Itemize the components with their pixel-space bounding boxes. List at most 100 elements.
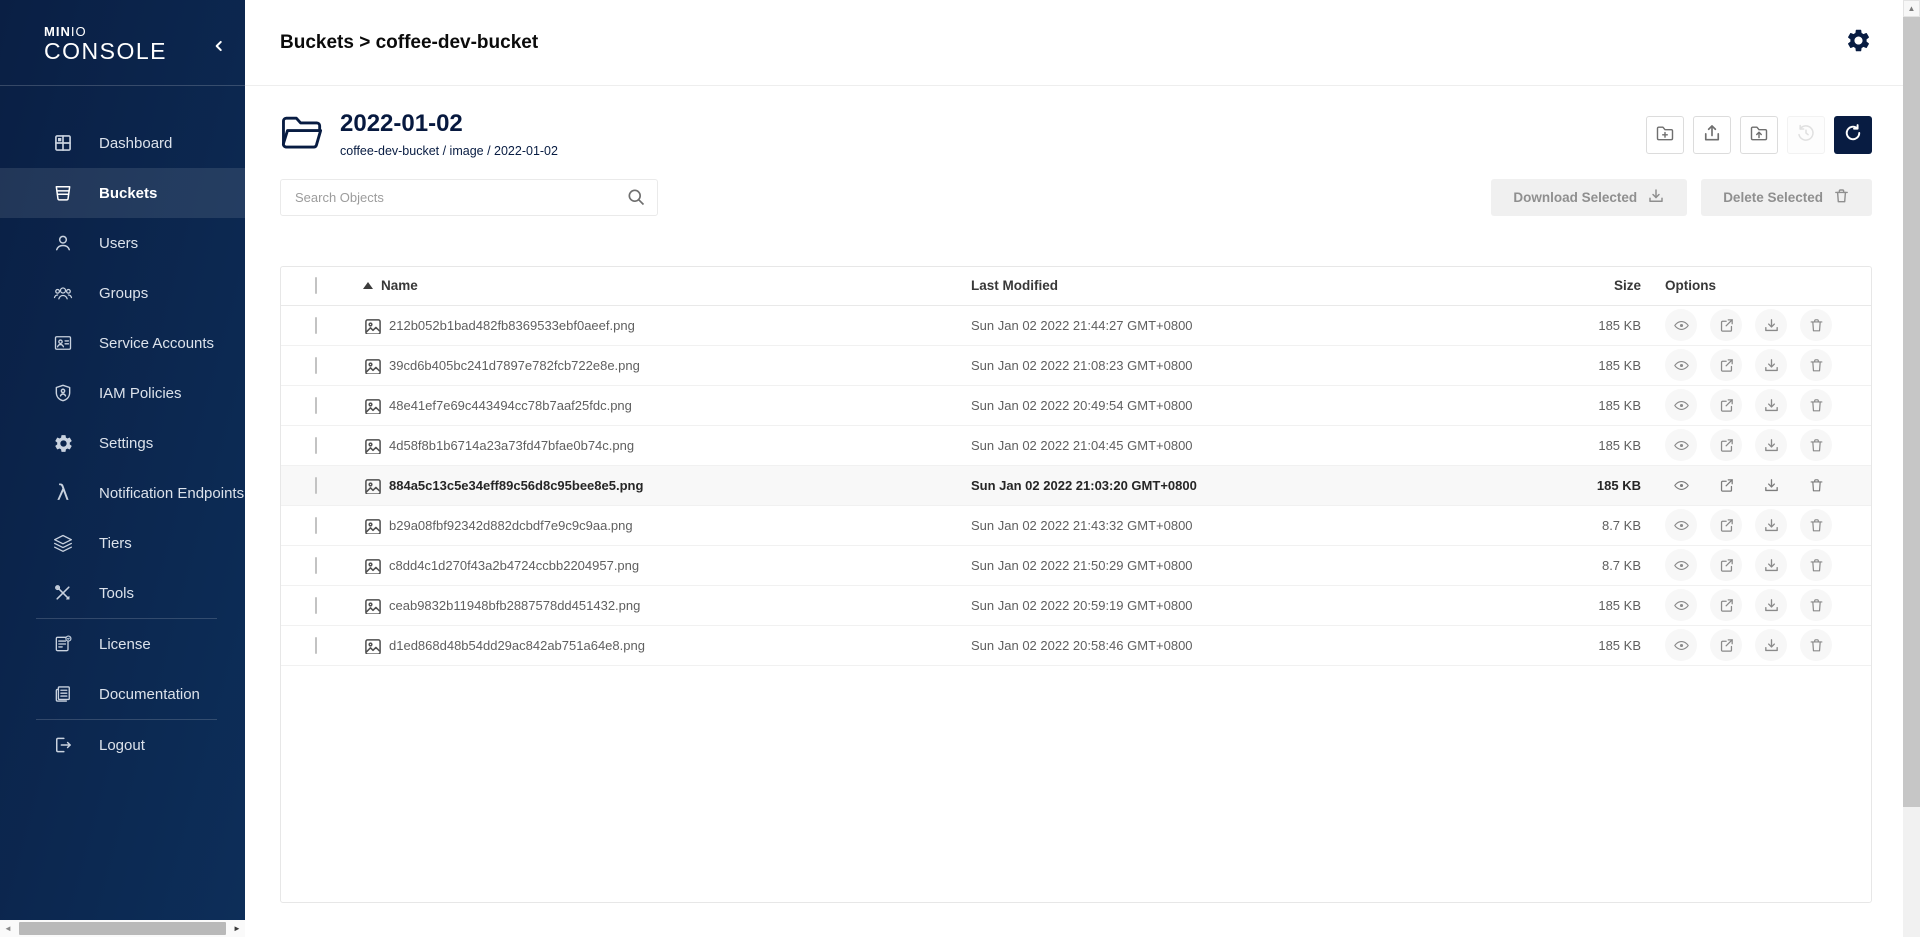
sidebar-item-tiers[interactable]: Tiers bbox=[0, 518, 245, 568]
table-row[interactable]: d1ed868d48b54dd29ac842ab751a64e8.pngSun … bbox=[281, 626, 1871, 666]
breadcrumb[interactable]: Buckets > coffee-dev-bucket bbox=[280, 32, 538, 54]
scroll-up-icon[interactable]: ▲ bbox=[1903, 0, 1920, 17]
horizontal-scrollbar-thumb[interactable] bbox=[19, 922, 226, 935]
object-last-modified: Sun Jan 02 2022 20:49:54 GMT+0800 bbox=[971, 398, 1551, 413]
download-button[interactable] bbox=[1755, 389, 1787, 421]
row-checkbox[interactable] bbox=[315, 477, 317, 494]
row-checkbox[interactable] bbox=[315, 517, 317, 534]
preview-button[interactable] bbox=[1665, 389, 1697, 421]
preview-button[interactable] bbox=[1665, 629, 1697, 661]
table-row[interactable]: b29a08fbf92342d882dcbdf7e9c9c9aa.pngSun … bbox=[281, 506, 1871, 546]
upload-file-button[interactable] bbox=[1693, 116, 1731, 154]
share-button[interactable] bbox=[1710, 509, 1742, 541]
delete-button[interactable] bbox=[1800, 309, 1832, 341]
preview-button[interactable] bbox=[1665, 349, 1697, 381]
select-all-checkbox[interactable] bbox=[315, 277, 317, 294]
column-header-modified[interactable]: Last Modified bbox=[971, 278, 1551, 293]
sidebar-item-documentation[interactable]: Documentation bbox=[0, 669, 245, 719]
share-button[interactable] bbox=[1710, 549, 1742, 581]
share-button[interactable] bbox=[1710, 469, 1742, 501]
refresh-button[interactable] bbox=[1834, 116, 1872, 154]
row-checkbox[interactable] bbox=[315, 437, 317, 454]
row-checkbox[interactable] bbox=[315, 397, 317, 414]
table-row[interactable]: 48e41ef7e69c443494cc78b7aaf25fdc.pngSun … bbox=[281, 386, 1871, 426]
sidebar-item-settings[interactable]: Settings bbox=[0, 418, 245, 468]
sidebar-item-notification-endpoints[interactable]: λNotification Endpoints bbox=[0, 468, 245, 518]
share-button[interactable] bbox=[1710, 629, 1742, 661]
object-size: 185 KB bbox=[1551, 638, 1651, 653]
row-checkbox[interactable] bbox=[315, 597, 317, 614]
download-button[interactable] bbox=[1755, 549, 1787, 581]
row-checkbox[interactable] bbox=[315, 357, 317, 374]
upload-folder-button[interactable] bbox=[1740, 116, 1778, 154]
download-button[interactable] bbox=[1755, 629, 1787, 661]
scroll-right-icon[interactable]: ► bbox=[229, 920, 245, 937]
search-input[interactable] bbox=[280, 179, 658, 216]
sidebar-collapse-button[interactable] bbox=[207, 34, 231, 58]
preview-button[interactable] bbox=[1665, 469, 1697, 501]
delete-button[interactable] bbox=[1800, 429, 1832, 461]
vertical-scrollbar[interactable]: ▲ bbox=[1903, 0, 1920, 920]
delete-button[interactable] bbox=[1800, 549, 1832, 581]
table-row[interactable]: 212b052b1bad482fb8369533ebf0aeef.pngSun … bbox=[281, 306, 1871, 346]
sidebar-item-tools[interactable]: Tools bbox=[0, 568, 245, 618]
share-button[interactable] bbox=[1710, 429, 1742, 461]
preview-button[interactable] bbox=[1665, 309, 1697, 341]
delete-button[interactable] bbox=[1800, 629, 1832, 661]
sidebar-item-dashboard[interactable]: Dashboard bbox=[0, 118, 245, 168]
logout-icon bbox=[52, 734, 74, 756]
table-row[interactable]: 4d58f8b1b6714a23a73fd47bfae0b74c.pngSun … bbox=[281, 426, 1871, 466]
preview-button[interactable] bbox=[1665, 549, 1697, 581]
delete-button[interactable] bbox=[1800, 469, 1832, 501]
image-file-icon bbox=[363, 357, 380, 374]
license-icon bbox=[52, 633, 74, 655]
row-checkbox[interactable] bbox=[315, 317, 317, 334]
sidebar-item-groups[interactable]: Groups bbox=[0, 268, 245, 318]
settings-gear-button[interactable] bbox=[1841, 26, 1875, 60]
download-button[interactable] bbox=[1755, 349, 1787, 381]
sidebar-item-license[interactable]: License bbox=[0, 619, 245, 669]
preview-button[interactable] bbox=[1665, 429, 1697, 461]
share-icon bbox=[1718, 477, 1735, 494]
share-button[interactable] bbox=[1710, 589, 1742, 621]
object-last-modified: Sun Jan 02 2022 21:03:20 GMT+0800 bbox=[971, 478, 1551, 493]
download-button[interactable] bbox=[1755, 469, 1787, 501]
dashboard-icon bbox=[52, 132, 74, 154]
table-header-row: Name Last Modified Size Options bbox=[281, 267, 1871, 306]
sidebar-item-service-accounts[interactable]: Service Accounts bbox=[0, 318, 245, 368]
share-button[interactable] bbox=[1710, 349, 1742, 381]
table-row[interactable]: 884a5c13c5e34eff89c56d8c95bee8e5.pngSun … bbox=[281, 466, 1871, 506]
delete-button[interactable] bbox=[1800, 589, 1832, 621]
delete-button[interactable] bbox=[1800, 509, 1832, 541]
delete-button[interactable] bbox=[1800, 389, 1832, 421]
eye-icon bbox=[1673, 517, 1690, 534]
download-button[interactable] bbox=[1755, 509, 1787, 541]
column-header-name[interactable]: Name bbox=[351, 278, 971, 293]
scroll-left-icon[interactable]: ◄ bbox=[0, 920, 16, 937]
table-row[interactable]: ceab9832b11948bfb2887578dd451432.pngSun … bbox=[281, 586, 1871, 626]
delete-button[interactable] bbox=[1800, 349, 1832, 381]
row-checkbox[interactable] bbox=[315, 557, 317, 574]
share-button[interactable] bbox=[1710, 309, 1742, 341]
horizontal-scrollbar[interactable]: ◄ ► bbox=[0, 920, 245, 937]
sidebar-item-iam-policies[interactable]: IAM Policies bbox=[0, 368, 245, 418]
row-checkbox[interactable] bbox=[315, 637, 317, 654]
share-button[interactable] bbox=[1710, 389, 1742, 421]
column-header-size[interactable]: Size bbox=[1551, 278, 1651, 293]
table-row[interactable]: 39cd6b405bc241d7897e782fcb722e8e.pngSun … bbox=[281, 346, 1871, 386]
sidebar-item-logout[interactable]: Logout bbox=[0, 720, 245, 770]
download-button[interactable] bbox=[1755, 589, 1787, 621]
download-button[interactable] bbox=[1755, 429, 1787, 461]
new-path-button[interactable] bbox=[1646, 116, 1684, 154]
download-selected-button[interactable]: Download Selected bbox=[1491, 179, 1687, 216]
preview-button[interactable] bbox=[1665, 509, 1697, 541]
sidebar-item-buckets[interactable]: Buckets bbox=[0, 168, 245, 218]
table-row[interactable]: c8dd4c1d270f43a2b4724ccbb2204957.pngSun … bbox=[281, 546, 1871, 586]
trash-icon bbox=[1808, 317, 1825, 334]
preview-button[interactable] bbox=[1665, 589, 1697, 621]
object-name: 4d58f8b1b6714a23a73fd47bfae0b74c.png bbox=[389, 438, 634, 453]
sidebar-item-users[interactable]: Users bbox=[0, 218, 245, 268]
download-button[interactable] bbox=[1755, 309, 1787, 341]
vertical-scrollbar-thumb[interactable] bbox=[1903, 17, 1920, 807]
delete-selected-button[interactable]: Delete Selected bbox=[1701, 179, 1872, 216]
